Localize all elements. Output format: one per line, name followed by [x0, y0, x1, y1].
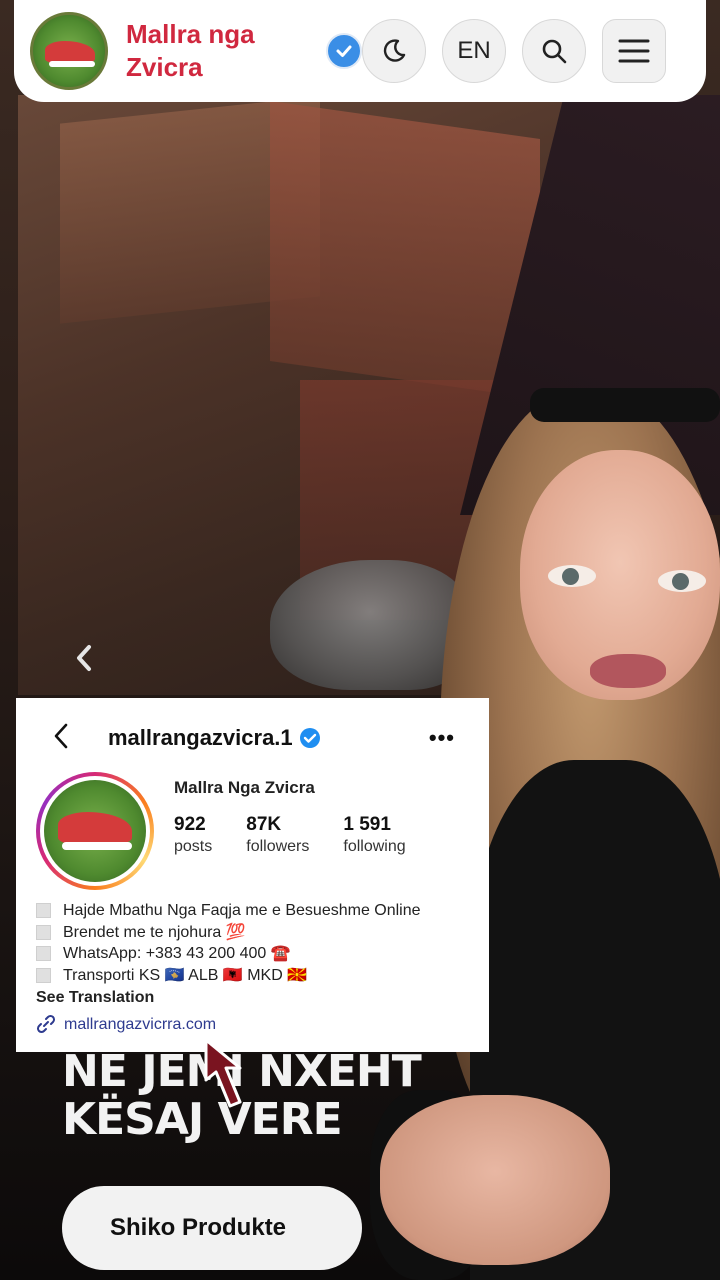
- stat-value: 1 591: [343, 814, 391, 835]
- menu-icon: [618, 39, 650, 63]
- website-url: mallrangazvicrra.com: [64, 1015, 217, 1033]
- bio-line: Brendet me te njohura 💯: [36, 922, 469, 944]
- dark-mode-toggle[interactable]: [362, 19, 426, 83]
- search-button[interactable]: [522, 19, 586, 83]
- presenter-eye: [548, 565, 596, 587]
- profile-stats: Mallra Nga Zvicra 922 posts 87K follower…: [174, 778, 469, 890]
- instagram-profile-header: Mallra Nga Zvicra 922 posts 87K follower…: [36, 772, 469, 890]
- stat-label: following: [343, 838, 406, 855]
- avatar[interactable]: [36, 772, 154, 890]
- stat-label: followers: [246, 838, 310, 855]
- presenter-eye: [658, 570, 706, 592]
- brand-logo[interactable]: [30, 12, 108, 90]
- more-options-button[interactable]: •••: [429, 725, 455, 751]
- stat-posts[interactable]: 922 posts: [174, 814, 212, 856]
- display-name: Mallra Nga Zvicra: [174, 778, 315, 797]
- menu-button[interactable]: [602, 19, 666, 83]
- carousel-prev-button[interactable]: [48, 622, 120, 694]
- bio-line: Transporti KS 🇽🇰 ALB 🇦🇱 MKD 🇲🇰: [36, 965, 469, 987]
- instagram-username: mallrangazvicra.1: [108, 725, 293, 750]
- avatar-ring: [40, 776, 150, 886]
- bullet-square-icon: [36, 967, 51, 983]
- stat-value: 87K: [246, 814, 282, 835]
- brand-title[interactable]: Mallra nga Zvicra: [126, 18, 306, 84]
- avatar-image: [44, 780, 146, 882]
- stat-followers[interactable]: 87K followers: [246, 814, 309, 856]
- instagram-back-button[interactable]: [52, 722, 82, 755]
- bio-text: Transporti KS 🇽🇰 ALB 🇦🇱 MKD 🇲🇰: [63, 966, 308, 984]
- site-header: Mallra nga Zvicra EN: [14, 0, 706, 102]
- profile-website-link[interactable]: mallrangazvicrra.com: [36, 1014, 469, 1036]
- bio-text: Brendet me te njohura 💯: [63, 923, 246, 941]
- bullet-square-icon: [36, 903, 51, 919]
- stat-label: posts: [174, 838, 213, 855]
- presenter-hands: [380, 1095, 610, 1265]
- profile-bio: Hajde Mbathu Nga Faqja me e Besueshme On…: [36, 900, 469, 1035]
- video-background: NE JEMI NXEHT KËSAJ VERE Shiko Produkte: [0, 0, 720, 1280]
- bio-line: Hajde Mbathu Nga Faqja me e Besueshme On…: [36, 900, 469, 922]
- bio-line: WhatsApp: +383 43 200 400 ☎️: [36, 943, 469, 965]
- language-button[interactable]: EN: [442, 19, 506, 83]
- brand-title-line-2: Zvicra: [126, 52, 203, 82]
- stat-following[interactable]: 1 591 following: [343, 814, 405, 856]
- chevron-left-icon: [77, 645, 91, 671]
- search-icon: [542, 39, 567, 64]
- bio-text: WhatsApp: +383 43 200 400 ☎️: [63, 945, 291, 962]
- language-label: EN: [457, 37, 491, 64]
- shop-products-button[interactable]: Shiko Produkte: [62, 1186, 362, 1270]
- sneaker-logo-icon: [45, 41, 95, 67]
- moon-icon: [383, 39, 406, 62]
- presenter-lips: [590, 654, 666, 688]
- sneaker-logo-icon: [58, 812, 132, 850]
- stat-counts: 922 posts 87K followers 1 591 following: [174, 814, 469, 856]
- link-icon: [36, 1015, 56, 1034]
- stat-value: 922: [174, 814, 206, 835]
- instagram-topbar: mallrangazvicra.1 •••: [36, 698, 469, 778]
- pointer-arrow-icon: [204, 1038, 242, 1108]
- verified-check-icon: [299, 727, 321, 749]
- brand-title-line-1: Mallra nga: [126, 19, 255, 49]
- shoe-box: [270, 101, 540, 399]
- presenter-sunglasses: [530, 388, 720, 422]
- see-translation-link[interactable]: See Translation: [36, 987, 469, 1009]
- instagram-profile-card: mallrangazvicra.1 ••• Mallra Nga Zvicra …: [16, 698, 489, 1052]
- bio-text: Hajde Mbathu Nga Faqja me e Besueshme On…: [63, 902, 421, 919]
- bullet-square-icon: [36, 946, 51, 962]
- verified-check-icon: [326, 33, 362, 69]
- bullet-square-icon: [36, 924, 51, 940]
- chevron-left-icon: [54, 723, 68, 748]
- sneaker-image: [270, 560, 470, 690]
